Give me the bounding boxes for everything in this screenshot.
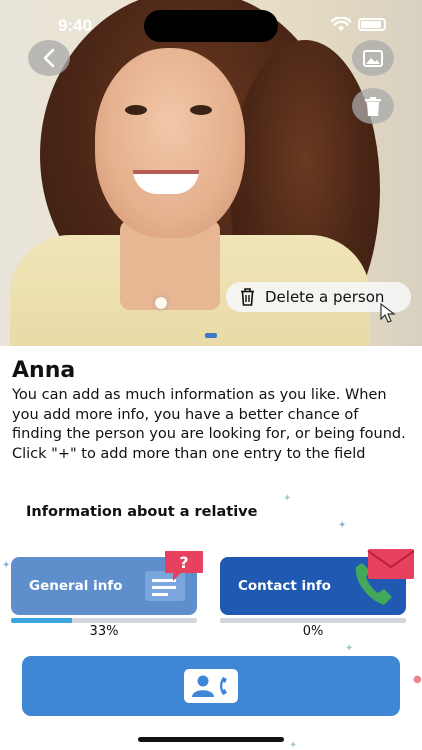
- back-button[interactable]: [28, 40, 70, 76]
- dynamic-island: [144, 10, 278, 42]
- status-time: 9:40: [58, 16, 93, 35]
- question-doc-icon: ?: [145, 551, 203, 601]
- contact-card-button[interactable]: [22, 656, 400, 716]
- general-info-progress: [11, 618, 197, 623]
- photo-face: [95, 48, 245, 238]
- phone-mail-icon: [355, 549, 414, 605]
- cursor-icon: [380, 303, 396, 323]
- chevron-left-icon: [43, 48, 55, 68]
- photo-eye-right: [190, 105, 212, 115]
- sparkle-decoration: ●: [413, 674, 422, 685]
- person-name: Anna: [12, 358, 76, 383]
- contact-info-progress: [220, 618, 406, 623]
- person-description: You can add as much information as you l…: [12, 387, 406, 462]
- svg-text:?: ?: [179, 553, 188, 572]
- change-photo-button[interactable]: [352, 40, 394, 76]
- delete-person-label: Delete a person: [265, 288, 385, 306]
- general-info-percent: 33%: [89, 624, 119, 639]
- trash-icon: [365, 96, 381, 116]
- sparkle-decoration: ✦: [2, 560, 11, 571]
- contact-info-label: Contact info: [238, 578, 331, 594]
- general-info-card[interactable]: General info ?: [11, 551, 203, 615]
- wifi-icon: [331, 17, 351, 31]
- general-info-label: General info: [29, 578, 123, 594]
- general-info-progress-fill: [11, 618, 73, 623]
- sparkle-decoration: ✦: [283, 493, 292, 504]
- sparkle-decoration: ✦: [345, 643, 354, 654]
- photo-eye-left: [125, 105, 147, 115]
- status-bar: 9:40: [0, 0, 422, 50]
- photo-pearl: [155, 297, 167, 309]
- battery-icon: [358, 18, 386, 31]
- contact-info-percent: 0%: [302, 624, 324, 639]
- sparkle-decoration: ✦: [289, 740, 298, 750]
- page-indicator: [205, 333, 217, 338]
- trash-icon: [241, 288, 254, 306]
- image-icon: [363, 49, 383, 67]
- section-title: Information about a relative: [26, 504, 258, 520]
- contact-card-phone-icon: [184, 669, 238, 703]
- contact-info-card[interactable]: Contact info: [220, 549, 414, 615]
- delete-photo-button[interactable]: [352, 88, 394, 124]
- sparkle-decoration: ✦: [338, 520, 347, 531]
- home-indicator: [138, 737, 284, 742]
